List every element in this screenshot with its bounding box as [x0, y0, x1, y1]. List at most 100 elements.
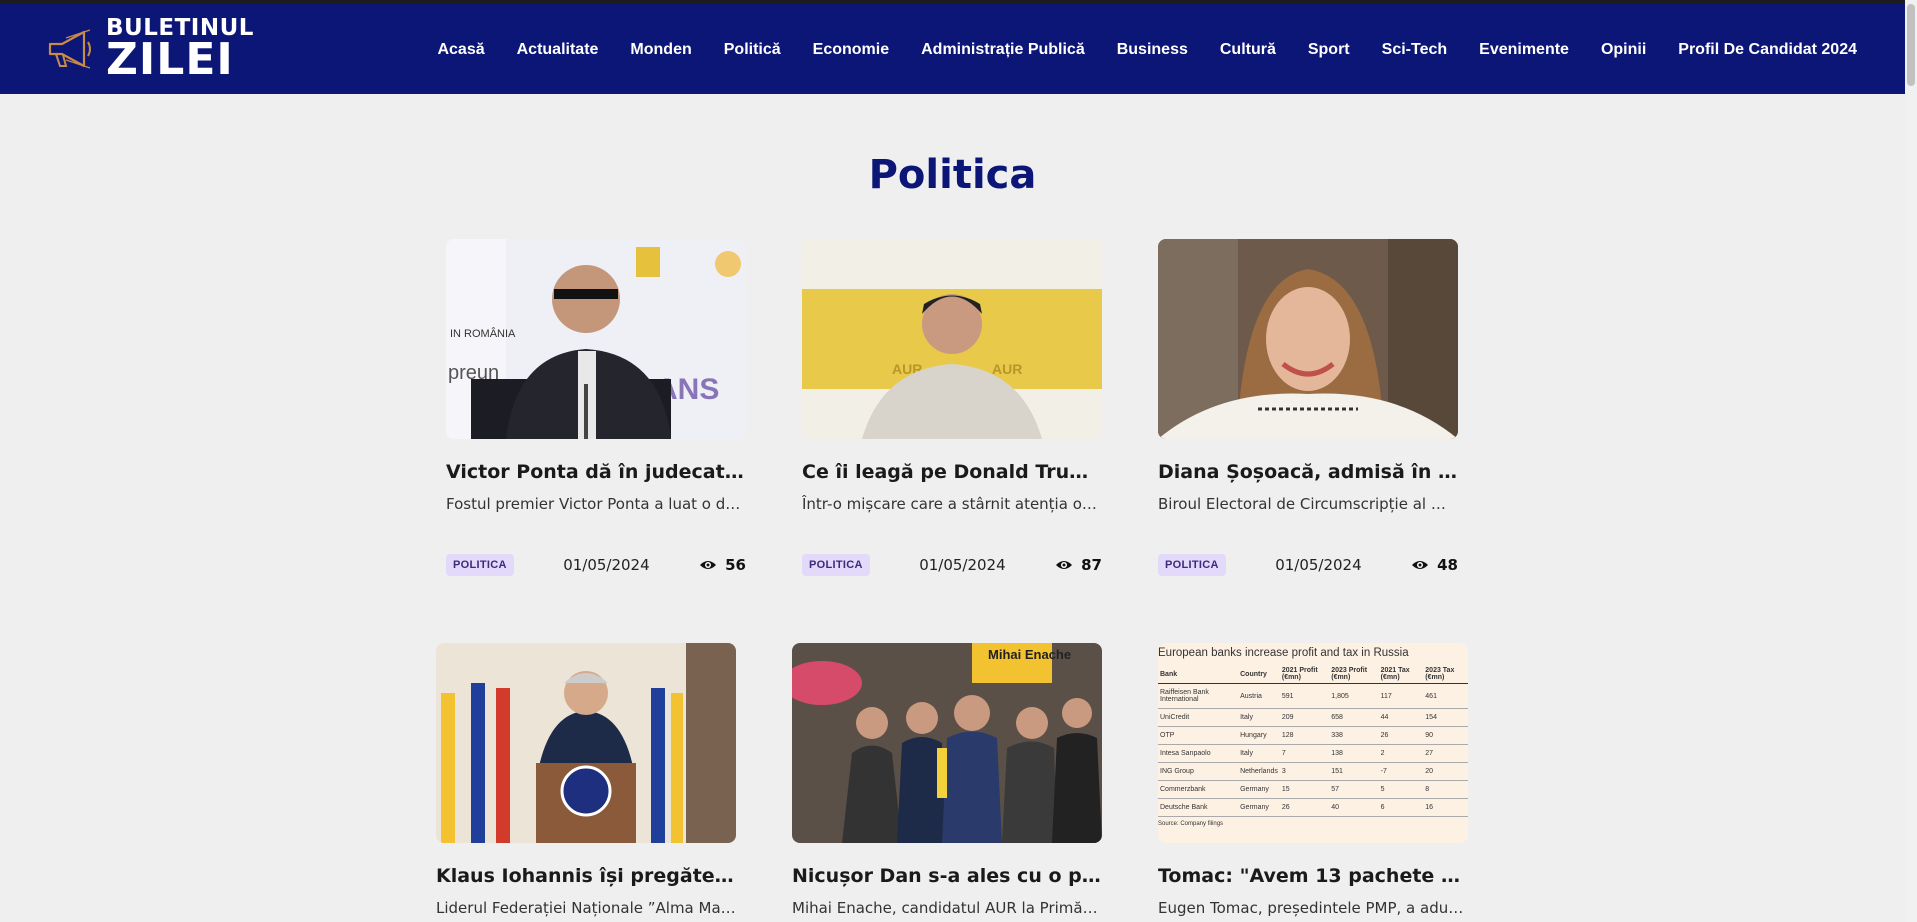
view-count-value: 48: [1437, 556, 1458, 574]
image-table-header: 2021 Profit (€mn): [1279, 665, 1330, 684]
image-table-row: Commerzbank Germany 15 57 5 8: [1158, 780, 1468, 799]
article-meta: POLITICA 01/05/2024 56: [446, 553, 746, 577]
article-title[interactable]: Diana Șoșoacă, admisă în cursa ...: [1158, 461, 1458, 483]
image-table-header: 2021 Tax (€mn): [1378, 665, 1424, 684]
article-meta: POLITICA 01/05/2024 87: [802, 553, 1102, 577]
image-table-cell: 658: [1329, 708, 1379, 727]
eye-icon: [700, 561, 717, 569]
article-date: 01/05/2024: [563, 556, 650, 574]
category-badge[interactable]: POLITICA: [802, 554, 870, 576]
article-date: 01/05/2024: [919, 556, 1006, 574]
image-table-cell: Italy: [1238, 744, 1280, 763]
site-logo[interactable]: BULETINUL ZILEI: [46, 16, 256, 82]
image-table-cell: 15: [1279, 780, 1330, 799]
image-table-row: ING Group Netherlands 3 151 -7 20: [1158, 762, 1468, 781]
image-table-cell: 57: [1329, 780, 1379, 799]
article-image[interactable]: AUR AUR: [802, 239, 1102, 439]
category-badge[interactable]: POLITICA: [446, 554, 514, 576]
scrollbar-thumb[interactable]: [1907, 4, 1915, 86]
image-table-cell: 151: [1329, 762, 1379, 781]
article-image[interactable]: IN ROMÂNIA preun ANS: [446, 239, 746, 439]
image-table-title: European banks increase profit and tax i…: [1158, 647, 1409, 659]
image-table-row: UniCredit Italy 209 658 44 154: [1158, 708, 1468, 727]
nav-item-monden[interactable]: Monden: [630, 41, 691, 59]
image-table-source: Source: Company filings: [1158, 821, 1224, 827]
article-title[interactable]: Klaus Iohannis își pregătește pe...: [436, 865, 736, 887]
article-date: 01/05/2024: [1275, 556, 1362, 574]
image-table-cell: UniCredit: [1158, 708, 1239, 727]
article-excerpt: Într-o mișcare care a stârnit atenția op…: [802, 495, 1102, 513]
image-table-row: Deutsche Bank Germany 26 40 6 16: [1158, 798, 1468, 817]
article-image[interactable]: Mihai Enache: [792, 643, 1102, 843]
article-excerpt: Mihai Enache, candidatul AUR la Primăria…: [792, 899, 1102, 917]
nav-item-acasa[interactable]: Acasă: [437, 41, 484, 59]
image-table-cell: 26: [1378, 726, 1424, 745]
image-table-cell: 20: [1423, 762, 1468, 781]
nav-item-sport[interactable]: Sport: [1308, 41, 1350, 59]
image-table-cell: Germany: [1238, 780, 1280, 799]
nav-item-evenimente[interactable]: Evenimente: [1479, 41, 1569, 59]
nav-item-sci-tech[interactable]: Sci-Tech: [1382, 41, 1448, 59]
article-title[interactable]: Nicușor Dan s-a ales cu o plânge...: [792, 865, 1102, 887]
image-table-cell: Raiffeisen Bank International: [1158, 683, 1239, 709]
nav-item-administratie-publica[interactable]: Administrație Publică: [921, 41, 1085, 59]
logo-text: BULETINUL ZILEI: [106, 16, 254, 82]
article-image[interactable]: [436, 643, 736, 843]
article-excerpt: Liderul Federației Naționale ”Alma Mater…: [436, 899, 736, 917]
nav-item-business[interactable]: Business: [1117, 41, 1188, 59]
svg-text:AUR: AUR: [992, 361, 1022, 377]
main-nav: Acasă Actualitate Monden Politică Econom…: [405, 3, 1857, 97]
image-table-cell: 2: [1378, 744, 1424, 763]
nav-item-economie[interactable]: Economie: [813, 41, 889, 59]
image-table-header: 2023 Profit (€mn): [1329, 665, 1379, 684]
image-table: Bank Country 2021 Profit (€mn) 2023 Prof…: [1158, 665, 1468, 817]
image-table-cell: ING Group: [1158, 762, 1239, 781]
image-table-cell: 338: [1329, 726, 1379, 745]
article-card[interactable]: AUR AUR Ce îi leagă pe Donald Trump și G…: [802, 239, 1102, 577]
nav-item-profil-candidat[interactable]: Profil De Candidat 2024: [1678, 41, 1857, 59]
image-table-cell: 128: [1279, 726, 1330, 745]
image-table-cell: 154: [1423, 708, 1468, 727]
article-card[interactable]: Diana Șoșoacă, admisă în cursa ... Birou…: [1158, 239, 1458, 577]
article-title[interactable]: Ce îi leagă pe Donald Trump și G...: [802, 461, 1102, 483]
article-meta: POLITICA 01/05/2024 48: [1158, 553, 1458, 577]
image-table-header: 2023 Tax (€mn): [1423, 665, 1468, 684]
article-card[interactable]: Mihai Enache Nicușor Dan s-a ales cu o p…: [792, 643, 1102, 917]
image-table-cell: 461: [1423, 683, 1468, 709]
image-table-cell: Austria: [1238, 683, 1280, 709]
article-title[interactable]: Tomac: "Avem 13 pachete de san...: [1158, 865, 1468, 887]
page-scrollbar[interactable]: [1905, 0, 1917, 922]
image-table-cell: 1,805: [1329, 683, 1379, 709]
svg-text:IN ROMÂNIA: IN ROMÂNIA: [450, 327, 516, 340]
image-table-cell: 6: [1378, 798, 1424, 817]
image-table-cell: Intesa Sanpaolo: [1158, 744, 1239, 763]
article-excerpt: Fostul premier Victor Ponta a luat o dec…: [446, 495, 746, 513]
image-table-row: Intesa Sanpaolo Italy 7 138 2 27: [1158, 744, 1468, 763]
article-card[interactable]: European banks increase profit and tax i…: [1158, 643, 1468, 917]
view-count-value: 87: [1081, 556, 1102, 574]
article-card[interactable]: Klaus Iohannis își pregătește pe... Lide…: [436, 643, 736, 917]
image-table-cell: 5: [1378, 780, 1424, 799]
image-table-cell: 44: [1378, 708, 1424, 727]
article-excerpt: Eugen Tomac, președintele PMP, a adus în…: [1158, 899, 1468, 917]
article-image[interactable]: European banks increase profit and tax i…: [1158, 643, 1468, 843]
article-title[interactable]: Victor Ponta dă în judecată Stat...: [446, 461, 746, 483]
nav-item-cultura[interactable]: Cultură: [1220, 41, 1276, 59]
image-table-cell: Commerzbank: [1158, 780, 1239, 799]
image-table-cell: 3: [1279, 762, 1330, 781]
image-table-header: Country: [1238, 665, 1280, 684]
site-header: BULETINUL ZILEI Acasă Actualitate Monden…: [0, 0, 1905, 94]
nav-item-politica[interactable]: Politică: [724, 41, 781, 59]
nav-item-actualitate[interactable]: Actualitate: [517, 41, 599, 59]
article-image[interactable]: [1158, 239, 1458, 439]
image-table-cell: 90: [1423, 726, 1468, 745]
category-badge[interactable]: POLITICA: [1158, 554, 1226, 576]
image-table-cell: 138: [1329, 744, 1379, 763]
image-sign-text: Mihai Enache: [988, 647, 1071, 662]
article-card[interactable]: IN ROMÂNIA preun ANS Victor Ponta dă în …: [446, 239, 746, 577]
image-table-cell: Italy: [1238, 708, 1280, 727]
image-table-cell: 16: [1423, 798, 1468, 817]
nav-item-opinii[interactable]: Opinii: [1601, 41, 1646, 59]
image-table-header: Bank: [1158, 665, 1239, 684]
image-table-row: Raiffeisen Bank International Austria 591 1…: [1158, 683, 1468, 709]
